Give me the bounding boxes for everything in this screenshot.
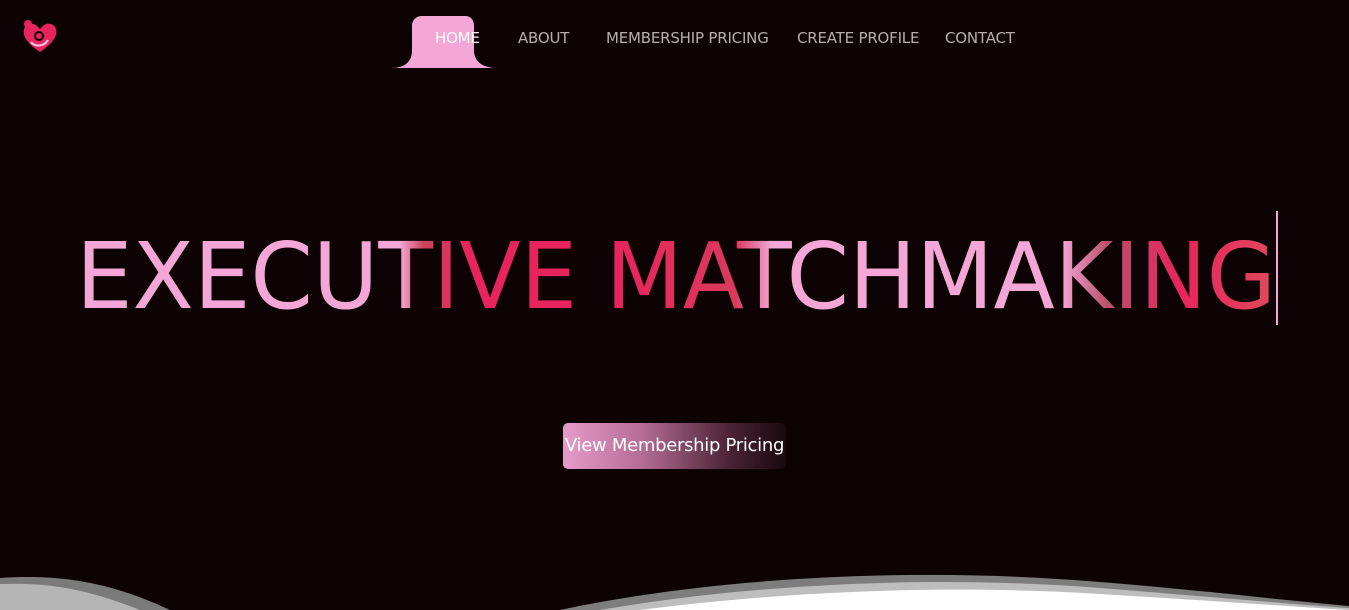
page: HOME ABOUT MEMBERSHIP PRICING CREATE PRO…	[0, 0, 1349, 610]
hero-title: EXECUTIVE MATCHMAKING	[76, 228, 1276, 328]
nav-home[interactable]: HOME	[435, 16, 480, 60]
nav-about[interactable]: ABOUT	[518, 16, 569, 60]
nav-membership-pricing[interactable]: MEMBERSHIP PRICING	[606, 16, 769, 60]
nav-contact[interactable]: CONTACT	[945, 16, 1015, 60]
view-membership-pricing-button[interactable]: View Membership Pricing	[563, 423, 786, 469]
bottom-wave-decoration	[0, 574, 1349, 610]
heart-logo-icon[interactable]	[20, 16, 60, 56]
typing-cursor	[1276, 211, 1278, 325]
hero-title-text: EXECUTIVE MATCHMAKING	[76, 228, 1276, 328]
nav-create-profile[interactable]: CREATE PROFILE	[797, 16, 919, 60]
